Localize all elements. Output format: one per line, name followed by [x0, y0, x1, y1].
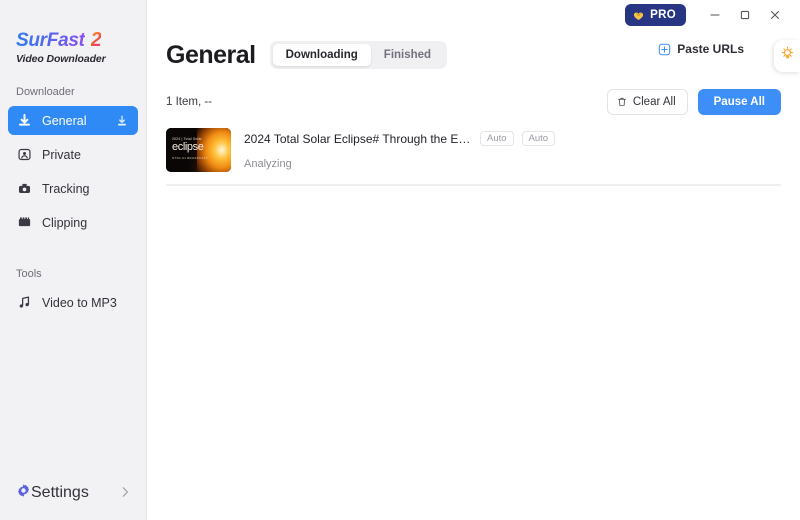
settings-button[interactable]: Settings [8, 478, 138, 508]
sidebar-item-private[interactable]: Private [8, 140, 138, 169]
toolbar-actions: Clear All Pause All [607, 89, 781, 115]
sidebar-item-general-label: General [42, 114, 86, 128]
sidebar-item-video-to-mp3[interactable]: Video to MP3 [8, 288, 138, 317]
tab-downloading[interactable]: Downloading [273, 44, 371, 66]
music-note-icon [16, 294, 33, 311]
trash-icon [616, 96, 628, 108]
logo-name: SurFast [16, 31, 85, 50]
sidebar-section-tools: Tools [0, 268, 146, 280]
sidebar-item-clipping[interactable]: Clipping [8, 208, 138, 237]
private-person-icon [16, 146, 33, 163]
logo-primary-row: SurFast 2 [16, 30, 146, 50]
clear-all-button[interactable]: Clear All [607, 89, 688, 115]
sidebar: SurFast 2 Video Downloader Downloader Ge… [0, 0, 147, 520]
sidebar-item-general[interactable]: General [8, 106, 138, 135]
sidebar-section-downloader: Downloader [0, 86, 146, 98]
page-title: General [166, 41, 256, 70]
settings-label: Settings [31, 484, 89, 502]
sidebar-item-tracking-label: Tracking [42, 182, 89, 196]
title-bar: PRO [147, 0, 800, 30]
quality-badge-audio[interactable]: Auto [522, 131, 556, 146]
download-status: Analyzing [244, 158, 781, 170]
sidebar-item-clipping-label: Clipping [42, 216, 87, 230]
list-toolbar: 1 Item, -- Clear All Pause All [147, 85, 800, 119]
main-content: PRO General Downloading Finished Past [147, 0, 800, 520]
download-item[interactable]: 2024 | Total Solar eclipse NTSC-01 BROAD… [166, 122, 781, 182]
app-logo: SurFast 2 Video Downloader [0, 0, 146, 86]
pro-upgrade-button[interactable]: PRO [625, 4, 686, 26]
download-arrow-icon [16, 112, 33, 129]
logo-subtitle: Video Downloader [16, 53, 146, 65]
clear-all-label: Clear All [633, 96, 676, 108]
sidebar-footer: Settings [0, 478, 146, 520]
close-icon[interactable] [760, 1, 790, 29]
thumbnail-caption: 2024 | Total Solar eclipse NTSC-01 BROAD… [172, 137, 208, 160]
download-progress-bar [166, 184, 781, 186]
paste-urls-label: Paste URLs [677, 42, 744, 56]
pause-all-button[interactable]: Pause All [698, 89, 781, 115]
minimize-icon[interactable] [700, 1, 730, 29]
gear-icon [16, 483, 31, 503]
app-window: SurFast 2 Video Downloader Downloader Ge… [0, 0, 800, 520]
sidebar-item-tracking[interactable]: Tracking [8, 174, 138, 203]
quality-badge-video[interactable]: Auto [480, 131, 514, 146]
download-item-meta: 2024 Total Solar Eclipse# Through the Ey… [244, 128, 781, 170]
sidebar-nav-tools: Video to MP3 [0, 288, 146, 322]
download-tray-icon[interactable] [114, 113, 130, 129]
sidebar-item-private-label: Private [42, 148, 81, 162]
lightbulb-icon [780, 46, 795, 66]
chevron-right-icon [121, 486, 130, 500]
sidebar-nav-downloader: General Private Tracking [0, 106, 146, 242]
download-title: 2024 Total Solar Eclipse# Through the Ey… [244, 132, 472, 146]
tab-finished[interactable]: Finished [371, 44, 444, 66]
paste-urls-button[interactable]: Paste URLs [658, 42, 744, 56]
item-count-label: 1 Item, -- [166, 96, 212, 108]
thumbnail-line-1: 2024 | Total Solar [172, 137, 208, 141]
tips-panel-toggle[interactable] [774, 40, 800, 72]
tracking-camera-icon [16, 180, 33, 197]
download-list: 2024 | Total Solar eclipse NTSC-01 BROAD… [147, 122, 800, 186]
clipping-film-icon [16, 214, 33, 231]
plus-square-icon [658, 43, 671, 56]
thumbnail-line-3: NTSC-01 BROADCAST [172, 156, 208, 160]
pro-label: PRO [650, 9, 676, 21]
sidebar-item-video-to-mp3-label: Video to MP3 [42, 296, 117, 310]
gem-icon [632, 9, 645, 22]
view-tabs: Downloading Finished [270, 41, 447, 69]
video-thumbnail: 2024 | Total Solar eclipse NTSC-01 BROAD… [166, 128, 231, 172]
logo-version: 2 [91, 30, 102, 50]
pause-all-label: Pause All [714, 96, 765, 108]
maximize-icon[interactable] [730, 1, 760, 29]
download-title-row: 2024 Total Solar Eclipse# Through the Ey… [244, 131, 781, 146]
thumbnail-line-2: eclipse [172, 142, 208, 153]
